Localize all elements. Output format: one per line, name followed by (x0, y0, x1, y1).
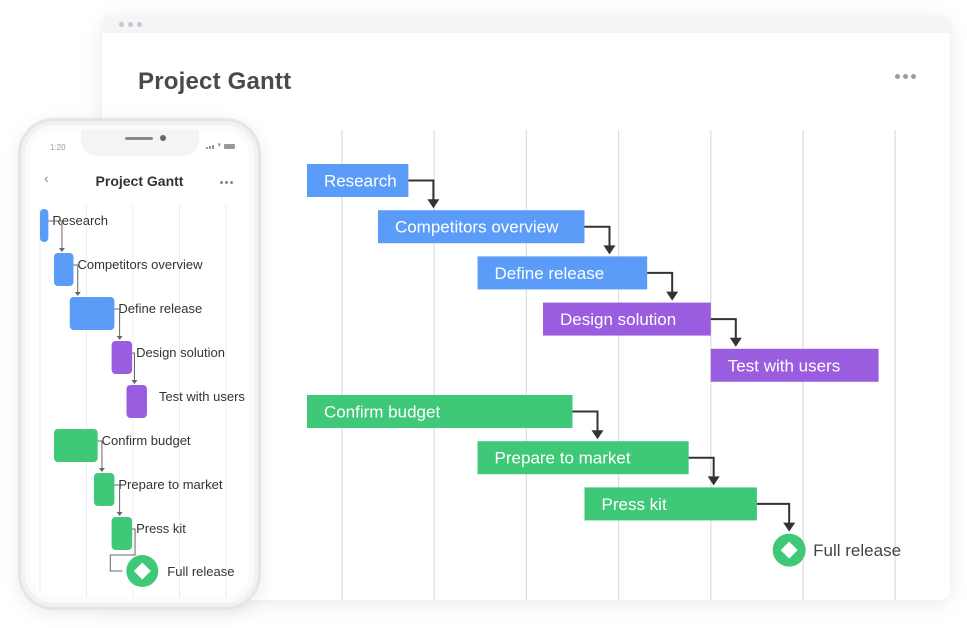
arrow-head-icon (116, 512, 123, 516)
milestone-label: Full release (813, 541, 901, 560)
task-label: Research (324, 172, 397, 191)
task-label: Prepare to market (118, 477, 222, 492)
dependency-arrow (572, 410, 599, 432)
arrow-head-icon (603, 245, 616, 255)
phone-gantt-chart: ResearchCompetitors overviewDefine relea… (39, 205, 245, 598)
task-label: Competitors overview (77, 257, 203, 272)
arrow-head-icon (74, 292, 81, 296)
arrow-head-icon (58, 248, 65, 252)
dependency-arrow (688, 456, 715, 478)
arrow-head-icon (427, 199, 440, 209)
task-label: Define release (118, 301, 202, 316)
task-label: Test with users (728, 356, 840, 375)
task-label: Define release (495, 264, 605, 283)
task-label: Competitors overview (395, 218, 559, 237)
phone-screen: 1:20 ▾ ‹ Project Gantt Research Competito… (30, 130, 249, 598)
dependency-arrow (647, 271, 674, 293)
task-label: Confirm budget (102, 433, 191, 448)
phone-mockup: 1:20 ▾ ‹ Project Gantt Research Competito… (18, 118, 261, 610)
task-label: Design solution (136, 345, 225, 360)
task-label: Press kit (136, 521, 186, 536)
arrow-head-icon (783, 522, 796, 532)
task-bar (69, 297, 115, 330)
task-label: Prepare to market (495, 449, 631, 468)
arrow-head-icon (729, 337, 742, 347)
task-label: Test with users (159, 389, 245, 404)
task-bar (93, 473, 115, 506)
task-label: Design solution (560, 310, 676, 329)
task-bar (40, 209, 49, 242)
arrow-head-icon (666, 291, 679, 301)
task-bar (53, 253, 74, 286)
arrow-head-icon (707, 476, 720, 486)
arrow-head-icon (116, 336, 123, 340)
dependency-arrow (584, 225, 611, 247)
dependency-arrow (710, 318, 737, 339)
task-label: Confirm budget (324, 403, 441, 422)
task-label: Press kit (601, 495, 666, 514)
task-bar (111, 517, 133, 550)
arrow-head-icon (131, 380, 138, 384)
dependency-arrow (408, 179, 435, 201)
task-bar (53, 429, 98, 462)
arrow-head-icon (591, 430, 604, 440)
task-bar (126, 385, 147, 418)
dependency-arrow (756, 502, 791, 524)
task-bar (111, 341, 133, 374)
milestone-label: Full release (167, 564, 234, 579)
arrow-head-icon (98, 468, 105, 472)
